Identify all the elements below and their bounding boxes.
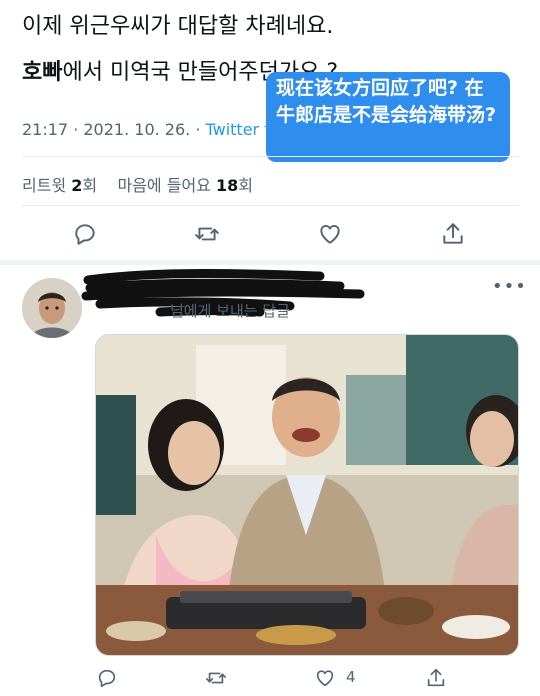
retweet-button-2[interactable] (198, 660, 234, 696)
reply-icon (98, 669, 116, 688)
more-icon[interactable]: ••• (492, 276, 527, 297)
tweet-text-bold: 호빠 (22, 60, 63, 85)
share-icon (443, 223, 463, 244)
tweet-media-image[interactable] (95, 334, 519, 656)
avatar-photo (22, 278, 82, 338)
tweet-text-line-1: 이제 위근우씨가 대답할 차례네요. (22, 14, 334, 39)
divider (22, 205, 518, 206)
retweet-stat[interactable]: 리트윗 2회 (22, 176, 97, 195)
reply-button-2[interactable] (89, 660, 125, 696)
retweet-icon (206, 672, 226, 684)
retweet-button[interactable] (189, 216, 225, 252)
media-photo (96, 335, 518, 655)
translation-overlay: 现在该女方回应了吧? 在牛郎店是不是会给海带汤? (266, 72, 510, 162)
like-stat[interactable]: 마음에 들어요 18회 (117, 176, 253, 195)
like-button[interactable] (312, 216, 348, 252)
reply-icon (75, 224, 95, 245)
avatar[interactable] (22, 278, 82, 338)
share-button[interactable] (435, 216, 471, 252)
retweet-icon (195, 227, 219, 241)
divider (22, 156, 518, 157)
reply-to-text: 님에게 보내는 답글 (170, 302, 290, 320)
like-count: 4 (346, 668, 356, 686)
heart-icon (320, 225, 340, 244)
share-button-2[interactable] (418, 660, 454, 696)
section-divider (0, 260, 540, 265)
like-button-2[interactable] (307, 660, 343, 696)
share-icon (427, 668, 445, 687)
tweet-timestamp: 21:17 · 2021. 10. 26. · (22, 120, 206, 139)
reply-button[interactable] (67, 216, 103, 252)
tweet-stats: 리트윗 2회 마음에 들어요 18회 (22, 172, 253, 196)
heart-icon (316, 670, 334, 687)
